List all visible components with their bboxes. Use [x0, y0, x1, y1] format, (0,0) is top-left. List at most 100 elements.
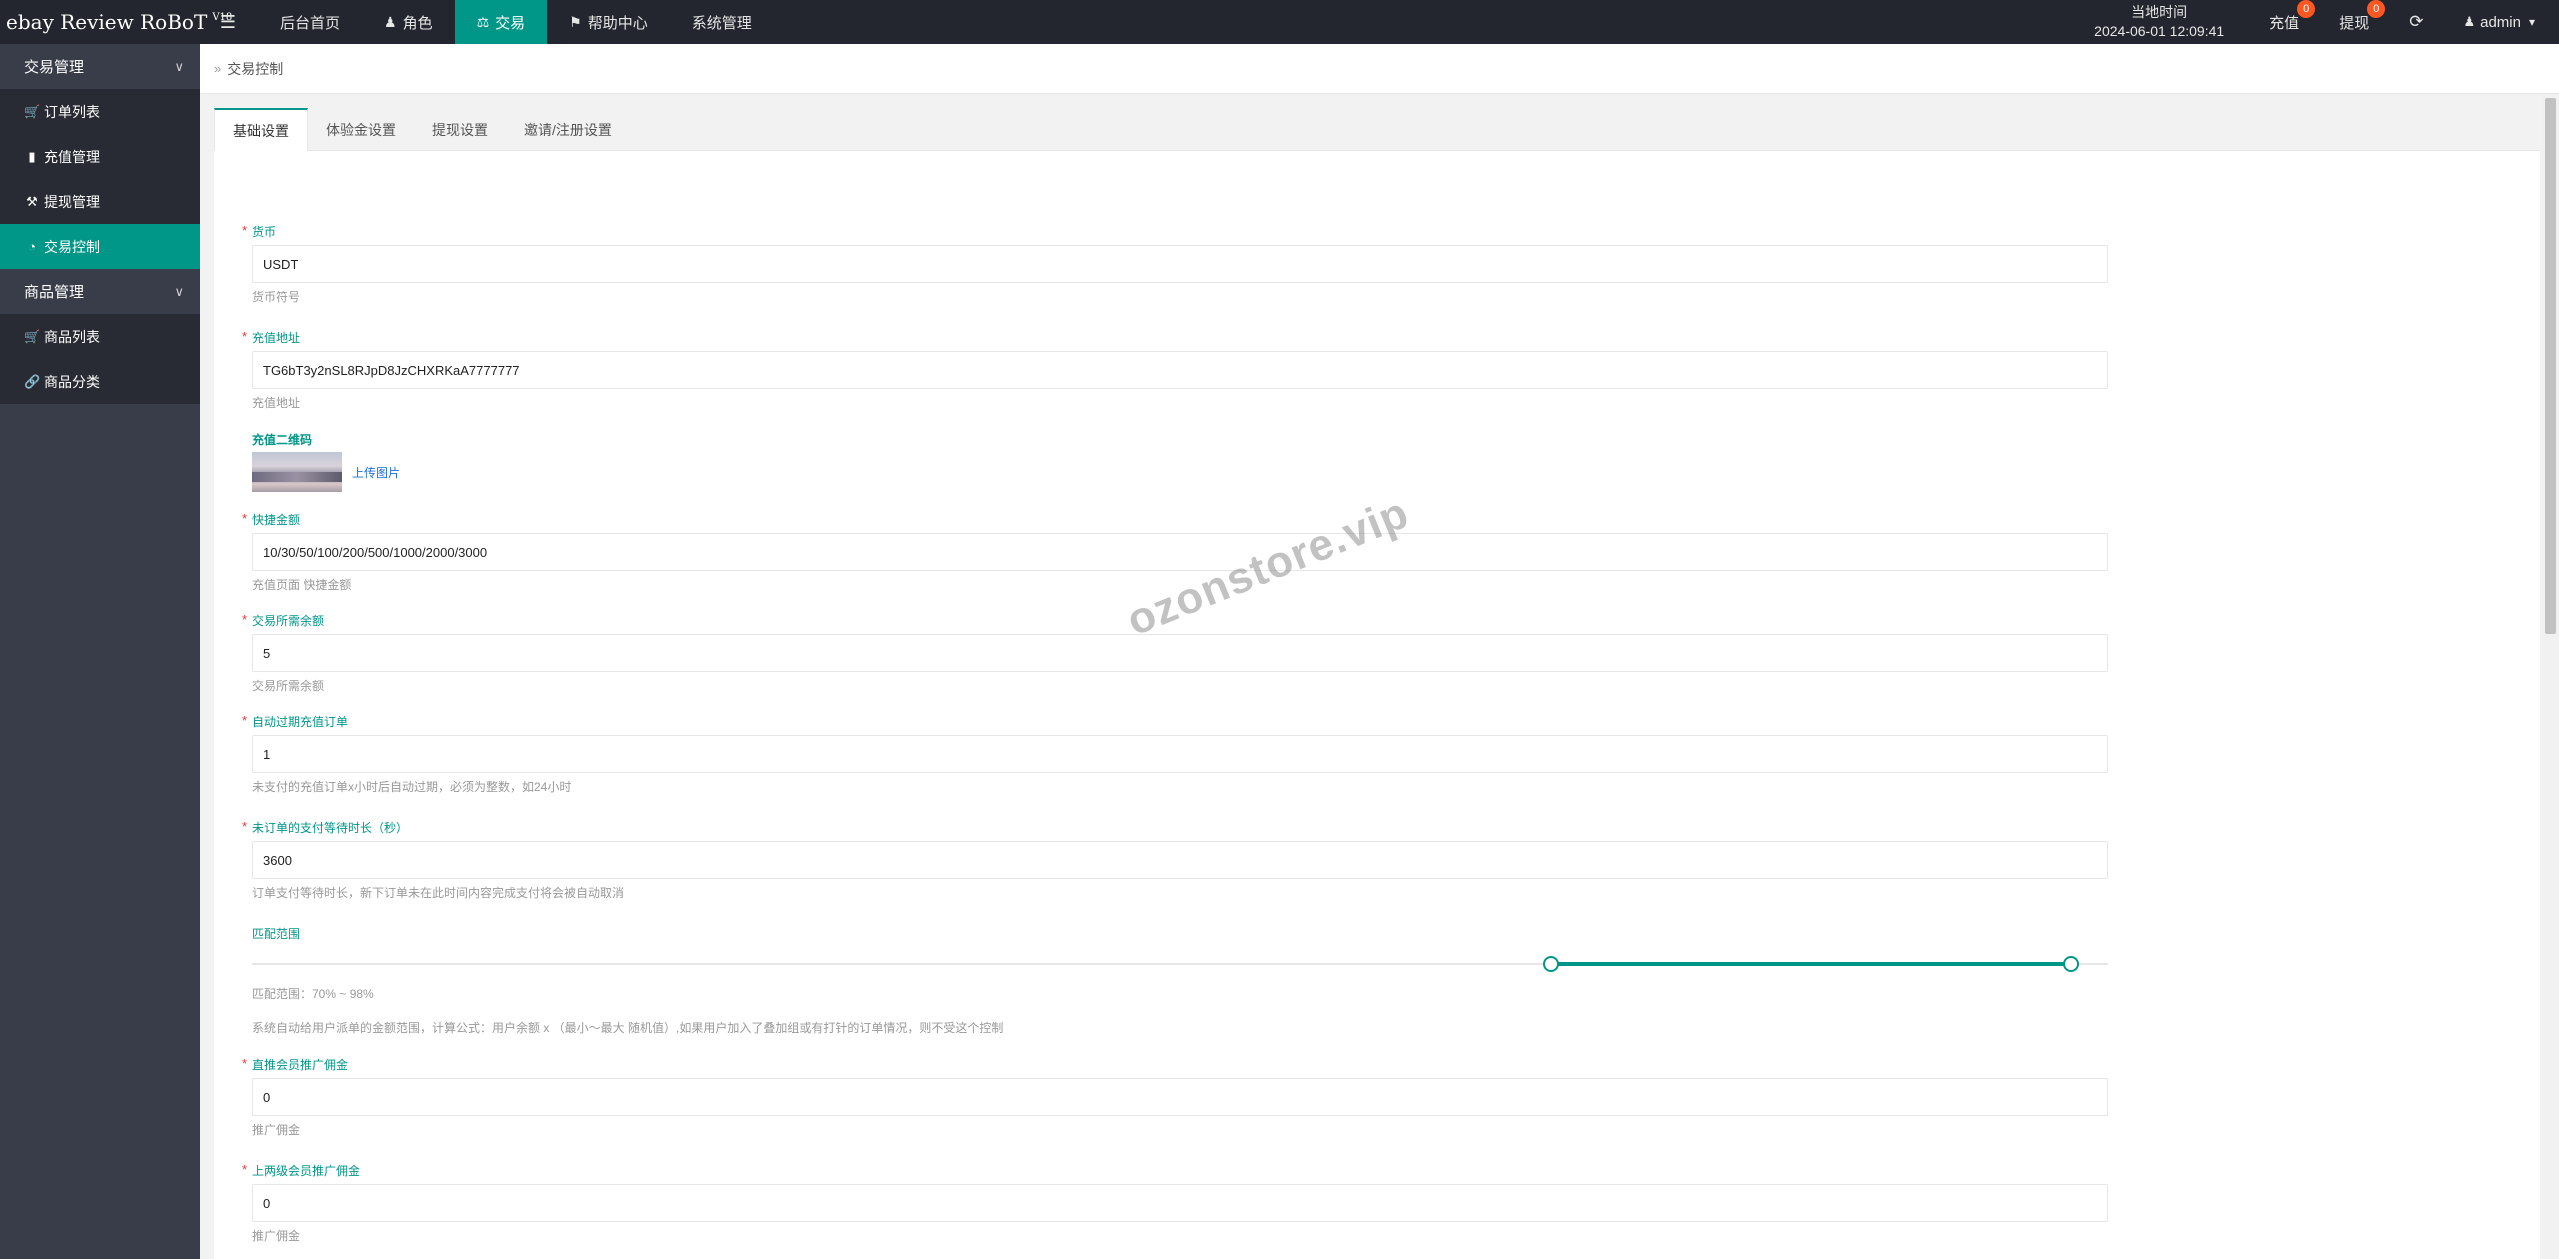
user-icon: ♟ — [384, 13, 397, 30]
direct-commission-input[interactable] — [252, 1078, 2108, 1116]
upload-image-link[interactable]: 上传图片 — [352, 464, 400, 481]
currency-input[interactable] — [252, 245, 2108, 283]
level2-commission-field: * 上两级会员推广佣金 推广佣金 — [242, 1162, 2108, 1244]
withdraw-notice-label: 提现 — [2339, 14, 2370, 32]
field-label: * 未订单的支付等待时长（秒） — [242, 819, 2108, 836]
chevron-down-icon: ∨ — [174, 283, 184, 299]
chevron-down-icon: ∨ — [174, 58, 184, 74]
required-mark: * — [242, 612, 248, 627]
breadcrumb: » 交易控制 — [200, 44, 2559, 94]
sidebar-item-withdraw[interactable]: ⚒ 提现管理 — [0, 179, 200, 224]
link-icon: 🔗 — [24, 373, 41, 389]
direct-commission-field: * 直推会员推广佣金 推广佣金 — [242, 1056, 2108, 1138]
field-label: * 直推会员推广佣金 — [242, 1056, 2108, 1073]
required-mark: * — [242, 511, 248, 526]
app-logo: ebay Review RoBoT V18 — [0, 0, 232, 44]
required-mark: * — [242, 819, 248, 834]
app-title: ebay Review RoBoT — [6, 10, 208, 34]
quick-amount-input[interactable] — [252, 533, 2108, 571]
sidebar-item-label: 订单列表 — [44, 103, 100, 120]
withdraw-notice[interactable]: 提现 0 — [2319, 0, 2389, 44]
header-right: 当地时间 2024-06-01 12:09:41 充值 0 提现 0 ⟳ ♟ a… — [2079, 0, 2559, 44]
cart-icon: 🛒 — [24, 103, 41, 119]
sidebar-item-product-category[interactable]: 🔗 商品分类 — [0, 359, 200, 404]
field-label: * 快捷金额 — [242, 511, 2108, 528]
tab-trial-fund[interactable]: 体验金设置 — [308, 108, 414, 151]
sidebar-item-recharge[interactable]: ▮ 充值管理 — [0, 134, 200, 179]
sidebar-group-products[interactable]: 商品管理 ∨ — [0, 269, 200, 314]
tab-basic[interactable]: 基础设置 — [214, 108, 308, 151]
sidebar-item-product-list[interactable]: 🛒 商品列表 — [0, 314, 200, 359]
sidebar-item-label: 商品分类 — [44, 373, 100, 390]
tab-withdraw[interactable]: 提现设置 — [414, 108, 506, 151]
nav-roles[interactable]: ♟ 角色 — [362, 0, 455, 44]
sidebar-item-orders[interactable]: 🛒 订单列表 — [0, 89, 200, 134]
auto-expire-input[interactable] — [252, 735, 2108, 773]
sidebar: 交易管理 ∨ 🛒 订单列表 ▮ 充值管理 ⚒ 提现管理 ◔ 交易控制 商品管理 ∨ 🛒 商… — [0, 44, 200, 1259]
gauge-icon: ◔ — [28, 239, 36, 254]
quick-amount-label: 快捷金额 — [252, 513, 301, 527]
nav-system[interactable]: 系统管理 — [670, 0, 774, 44]
pay-wait-label: 未订单的支付等待时长（秒） — [252, 821, 409, 835]
user-menu[interactable]: ♟ admin ▾ — [2443, 0, 2559, 44]
recharge-address-input[interactable] — [252, 351, 2108, 389]
recharge-address-field: * 充值地址 充值地址 — [242, 329, 2108, 411]
recharge-notice-label: 充值 — [2269, 14, 2300, 32]
level2-commission-input[interactable] — [252, 1184, 2108, 1222]
pay-wait-input[interactable] — [252, 841, 2108, 879]
local-time-value: 2024-06-01 12:09:41 — [2094, 23, 2225, 39]
match-range-note: 系统自动给用户派单的金额范围，计算公式：用户余额 x （最小～最大 随机值）,如… — [252, 1021, 1004, 1035]
recharge-badge: 0 — [2297, 0, 2316, 18]
field-label: 匹配范围 — [252, 927, 301, 941]
tab-invite-register[interactable]: 邀请/注册设置 — [506, 108, 630, 151]
slider-selected-bar — [1551, 962, 2071, 966]
chat-icon: ▮ — [28, 148, 36, 164]
recharge-qr-field: 充值二维码 上传图片 — [252, 432, 2108, 492]
field-label: 充值二维码 — [252, 433, 313, 447]
menu-toggle-icon[interactable]: ☰ — [208, 0, 248, 44]
currency-label: 货币 — [252, 225, 277, 239]
tab-bar: 基础设置 体验金设置 提现设置 邀请/注册设置 — [214, 108, 2540, 151]
field-label: * 上两级会员推广佣金 — [242, 1162, 2108, 1179]
required-mark: * — [242, 1162, 248, 1177]
nav-system-label: 系统管理 — [691, 14, 752, 32]
local-time-label: 当地时间 — [2131, 4, 2188, 20]
nav-home[interactable]: 后台首页 — [258, 0, 362, 44]
local-time: 当地时间 2024-06-01 12:09:41 — [2079, 3, 2239, 41]
sidebar-item-trade-control[interactable]: ◔ 交易控制 — [0, 224, 200, 269]
level2-commission-label: 上两级会员推广佣金 — [252, 1164, 361, 1178]
chevron-down-icon: ▾ — [2528, 15, 2535, 29]
settings-card: 基础设置 体验金设置 提现设置 邀请/注册设置 * 货币 货币符号 * 充值地址 充… — [214, 108, 2540, 1259]
sidebar-group-label: 商品管理 — [24, 284, 85, 301]
cart-icon: 🛒 — [24, 328, 41, 344]
recharge-notice[interactable]: 充值 0 — [2249, 0, 2319, 44]
pay-wait-help: 订单支付等待时长，新下订单未在此时间内容完成支付将会被自动取消 — [252, 886, 625, 900]
top-nav: 后台首页 ♟ 角色 ⚖ 交易 ⚑ 帮助中心 系统管理 — [258, 0, 774, 44]
sidebar-group-label: 交易管理 — [24, 59, 85, 76]
scale-icon: ⚖ — [476, 13, 490, 30]
nav-trade[interactable]: ⚖ 交易 — [454, 0, 548, 44]
required-mark: * — [242, 329, 248, 344]
min-balance-input[interactable] — [252, 634, 2108, 672]
double-chevron-icon: » — [214, 61, 222, 76]
scrollbar-thumb[interactable] — [2545, 98, 2556, 634]
slider-max-handle[interactable] — [2063, 956, 2079, 972]
match-range-slider[interactable] — [252, 954, 2108, 974]
recharge-address-help: 充值地址 — [252, 396, 301, 410]
nav-help-label: 帮助中心 — [587, 14, 648, 32]
level2-commission-help: 推广佣金 — [252, 1229, 301, 1243]
direct-commission-help: 推广佣金 — [252, 1123, 301, 1137]
refresh-icon[interactable]: ⟳ — [2389, 0, 2443, 44]
nav-roles-label: 角色 — [402, 14, 433, 32]
auto-expire-field: * 自动过期充值订单 未支付的充值订单x小时后自动过期，必须为整数，如24小时 — [242, 713, 2108, 795]
qr-code-image[interactable] — [252, 452, 342, 492]
field-label: * 货币 — [242, 223, 2108, 240]
hammer-icon: ⚒ — [26, 193, 38, 209]
nav-help[interactable]: ⚑ 帮助中心 — [547, 0, 670, 44]
auto-expire-label: 自动过期充值订单 — [252, 715, 349, 729]
required-mark: * — [242, 223, 248, 238]
currency-field: * 货币 货币符号 — [242, 223, 2108, 305]
slider-min-handle[interactable] — [1543, 956, 1559, 972]
page-scrollbar[interactable] — [2542, 94, 2559, 1259]
sidebar-group-trade[interactable]: 交易管理 ∨ — [0, 44, 200, 89]
